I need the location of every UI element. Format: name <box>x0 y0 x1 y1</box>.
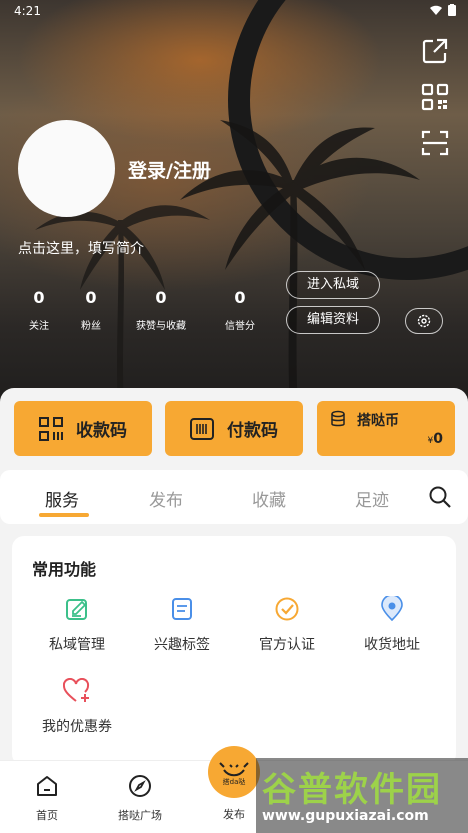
coin-stack-icon <box>331 410 345 427</box>
nav-home-label: 首页 <box>36 809 58 822</box>
gear-icon <box>417 314 431 328</box>
tab-service[interactable]: 服务 <box>45 486 79 511</box>
share-icon[interactable] <box>420 36 450 66</box>
stat-credit-score[interactable]: 0 信誉分 <box>212 288 268 332</box>
watermark-url: www.gupuxiazai.com <box>262 808 429 824</box>
func-shipping-address[interactable]: 收货地址 <box>342 594 442 654</box>
avatar[interactable] <box>18 120 115 217</box>
stat-followers-value: 0 <box>85 288 97 307</box>
nav-square[interactable]: 搭哒广场 <box>100 771 180 823</box>
watermark-title: 谷普软件园 <box>262 770 442 810</box>
func-my-coupons[interactable]: 我的优惠券 <box>27 676 127 736</box>
tab-favorites[interactable]: 收藏 <box>252 486 286 511</box>
func-my-coupons-label: 我的优惠券 <box>42 719 112 735</box>
nav-square-label: 搭哒广场 <box>118 809 162 822</box>
stat-credit-value: 0 <box>234 288 246 307</box>
check-circle-icon <box>237 594 337 624</box>
func-official-verification[interactable]: 官方认证 <box>237 594 337 654</box>
common-functions-card: 常用功能 私域管理 兴趣标签 官方认证 收货地址 我的优惠券 <box>12 536 456 766</box>
document-icon <box>132 594 232 624</box>
qr-code-icon[interactable] <box>420 82 450 112</box>
coin-balance-value: 0 <box>433 431 443 447</box>
home-icon <box>7 771 87 801</box>
edit-profile-button[interactable]: 编辑资料 <box>286 306 380 334</box>
stat-following-value: 0 <box>33 288 45 307</box>
stat-following-label: 关注 <box>29 321 49 332</box>
scan-icon[interactable] <box>420 128 450 158</box>
coin-balance-card[interactable]: 搭哒币 ¥0 <box>317 401 455 456</box>
func-interest-tags-label: 兴趣标签 <box>154 637 210 653</box>
tab-footprint[interactable]: 足迹 <box>355 486 389 511</box>
coin-balance: ¥0 <box>428 431 443 447</box>
publish-button[interactable]: 搭da哒 <box>208 746 260 798</box>
stat-likes-favorites[interactable]: 0 获赞与收藏 <box>126 288 196 332</box>
coin-label: 搭哒币 <box>357 413 399 429</box>
pay-code-label: 付款码 <box>227 421 278 441</box>
status-bar: 4:21 <box>0 0 468 24</box>
func-private-management-label: 私域管理 <box>49 637 105 653</box>
compass-icon <box>100 771 180 801</box>
func-shipping-address-label: 收货地址 <box>364 637 420 653</box>
edit-square-icon <box>27 594 127 624</box>
smiley-logo-icon <box>219 762 249 777</box>
login-register-link[interactable]: 登录/注册 <box>128 156 211 183</box>
settings-button[interactable] <box>405 308 443 334</box>
common-functions-title: 常用功能 <box>32 560 97 579</box>
battery-icon <box>448 4 456 16</box>
publish-label: 发布 <box>223 808 245 821</box>
stat-likes-label: 获赞与收藏 <box>136 321 186 332</box>
tab-publish[interactable]: 发布 <box>149 486 183 511</box>
receive-code-label: 收款码 <box>76 421 127 441</box>
func-official-verification-label: 官方认证 <box>259 637 315 653</box>
grid-qr-icon <box>38 416 64 442</box>
bio-prompt[interactable]: 点击这里，填写简介 <box>18 238 144 258</box>
status-icons <box>430 4 456 16</box>
watermark: 谷普软件园 www.gupuxiazai.com <box>256 758 468 833</box>
location-pin-icon <box>342 594 442 624</box>
active-tab-indicator <box>39 513 89 517</box>
nav-home[interactable]: 首页 <box>7 771 87 823</box>
stat-followers-label: 粉丝 <box>81 321 101 332</box>
barcode-icon <box>189 416 215 442</box>
heart-plus-icon <box>27 676 127 706</box>
stat-credit-label: 信誉分 <box>225 321 255 332</box>
func-interest-tags[interactable]: 兴趣标签 <box>132 594 232 654</box>
receive-code-button[interactable]: 收款码 <box>14 401 152 456</box>
stat-following[interactable]: 0 关注 <box>20 288 58 332</box>
func-private-management[interactable]: 私域管理 <box>27 594 127 654</box>
wifi-icon <box>430 5 442 15</box>
publish-logo-text: 搭da哒 <box>222 778 246 786</box>
pay-code-button[interactable]: 付款码 <box>165 401 303 456</box>
search-icon[interactable] <box>428 485 452 509</box>
status-time: 4:21 <box>14 4 41 18</box>
stat-likes-value: 0 <box>155 288 167 307</box>
enter-private-button[interactable]: 进入私域 <box>286 271 380 299</box>
stat-followers[interactable]: 0 粉丝 <box>72 288 110 332</box>
